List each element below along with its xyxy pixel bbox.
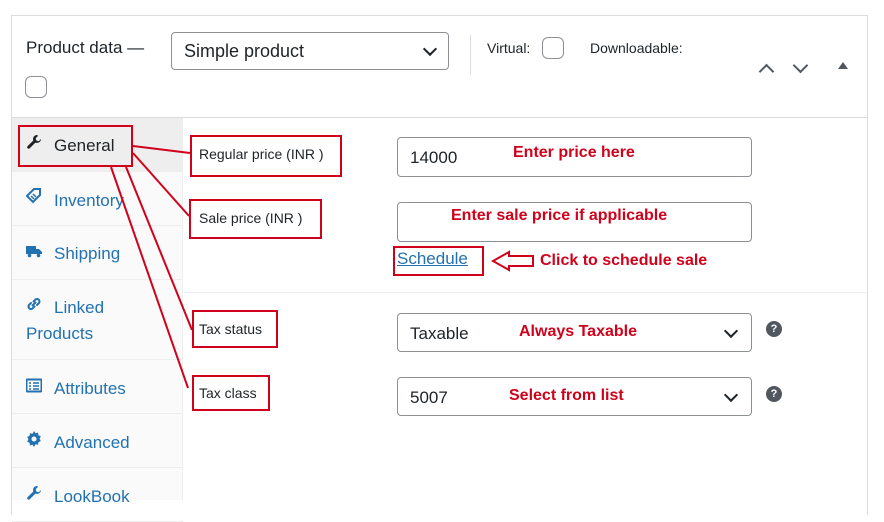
annotation-schedule-sale: Click to schedule sale <box>540 252 708 269</box>
annotation-select-list: Select from list <box>509 387 624 404</box>
annotation-lines <box>110 145 534 389</box>
annotation-enter-sale: Enter sale price if applicable <box>451 207 668 224</box>
annotation-enter-price: Enter price here <box>513 144 635 161</box>
annotation-always-taxable: Always Taxable <box>519 323 637 340</box>
